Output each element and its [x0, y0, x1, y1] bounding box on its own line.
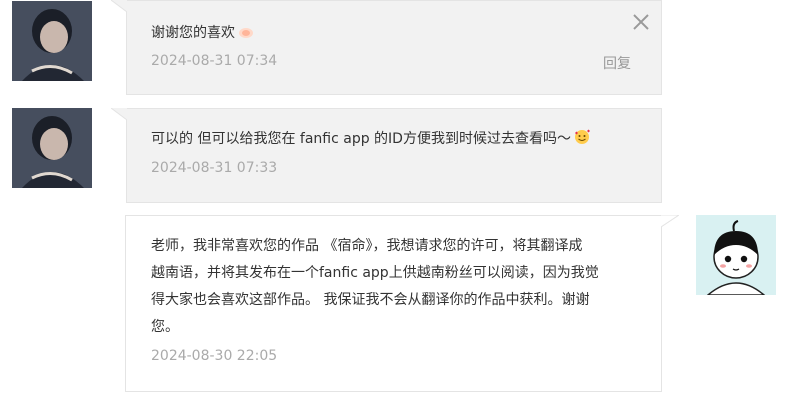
message-bubble	[126, 108, 662, 203]
bubble-tail	[111, 0, 127, 12]
sender-avatar[interactable]	[12, 1, 92, 81]
message-line: 您。	[151, 319, 179, 335]
message-text: 可以的 但可以给我您在 fanfic app 的ID方便我到时候过去查看吗～	[151, 126, 590, 155]
message-line: 老师，我非常喜欢您的作品 《宿命》，我想请求您的许可，将其翻译成	[151, 238, 583, 254]
reply-button[interactable]: 回复	[603, 53, 631, 73]
bubble-tail	[661, 215, 679, 227]
message-text: 老师，我非常喜欢您的作品 《宿命》，我想请求您的许可，将其翻译成 越南语，并将其…	[151, 233, 599, 341]
user-avatar[interactable]	[696, 215, 776, 295]
bubble-tail	[111, 108, 127, 120]
message-timestamp: 2024-08-31 07:34	[151, 53, 278, 69]
sender-avatar[interactable]	[12, 108, 92, 188]
smiling-face-with-hearts-emoji-icon	[574, 128, 590, 155]
message-timestamp: 2024-08-30 22:05	[151, 348, 278, 364]
close-icon[interactable]	[632, 13, 650, 31]
message-line: 得大家也会喜欢这部作品。 我保证我不会从翻译你的作品中获利。谢谢	[151, 292, 590, 308]
bow-emoji-icon	[238, 22, 254, 49]
message-text: 谢谢您的喜欢	[151, 20, 254, 49]
message-timestamp: 2024-08-31 07:33	[151, 160, 278, 176]
message-line: 越南语，并将其发布在一个fanfic app上供越南粉丝可以阅读，因为我觉	[151, 265, 599, 281]
